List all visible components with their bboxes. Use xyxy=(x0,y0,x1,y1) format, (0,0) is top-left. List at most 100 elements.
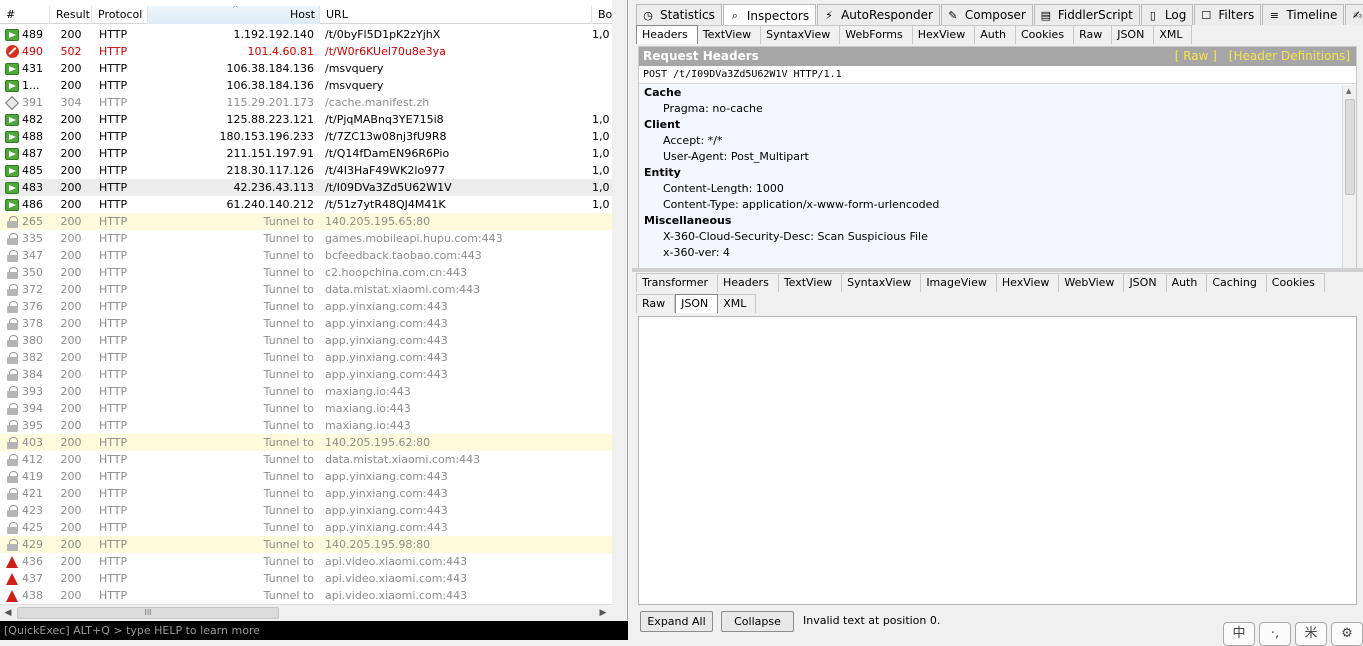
tab-inspectors[interactable]: ⌕ Inspectors xyxy=(722,4,817,26)
session-row[interactable]: 372 200 HTTP Tunnel to data.mistat.xiaomi.co… xyxy=(0,281,612,298)
column-result[interactable]: Result xyxy=(50,6,92,24)
expand-all-button[interactable]: Expand All xyxy=(640,611,713,632)
scroll-up-icon[interactable]: ▲ xyxy=(1346,87,1351,95)
request-tab-syntaxview[interactable]: SyntaxView xyxy=(761,25,841,44)
column-body[interactable]: Bo xyxy=(592,6,612,24)
session-row[interactable]: 380 200 HTTP Tunnel to app.yinxiang.com:443 xyxy=(0,332,612,349)
session-row[interactable]: 483 200 HTTP 42.236.43.113/t/I09DVa3Zd5U62W… xyxy=(0,179,612,196)
response-tab-syntaxview[interactable]: SyntaxView xyxy=(842,273,922,292)
header-item[interactable]: Content-Length: 1000 xyxy=(644,181,1343,197)
request-tab-cookies[interactable]: Cookies xyxy=(1015,25,1075,44)
response-arrow-icon xyxy=(5,147,19,160)
ime-button[interactable]: ·, xyxy=(1259,622,1291,646)
ime-button[interactable]: 米 xyxy=(1295,622,1327,646)
header-item[interactable]: Accept: */* xyxy=(644,133,1343,149)
tab-autoresponder[interactable]: ⚡ AutoResponder xyxy=(817,4,940,25)
headers-vertical-scrollbar[interactable]: ▲ xyxy=(1342,85,1356,269)
header-item[interactable]: X-360-Cloud-Security-Desc: Scan Suspicio… xyxy=(644,229,1343,245)
response-tab-auth[interactable]: Auth xyxy=(1166,273,1208,292)
session-row[interactable]: 393 200 HTTP Tunnel to maxiang.io:443 xyxy=(0,383,612,400)
quickexec-input[interactable]: [QuickExec] ALT+Q > type HELP to learn m… xyxy=(0,621,628,640)
ime-button[interactable]: ⚙ xyxy=(1331,622,1363,646)
session-row[interactable]: 335 200 HTTP Tunnel to games.mobileapi.hupu.… xyxy=(0,230,612,247)
session-row[interactable]: 395 200 HTTP Tunnel to maxiang.io:443 xyxy=(0,417,612,434)
header-definitions-link[interactable]: [Header Definitions] xyxy=(1229,49,1350,63)
session-row[interactable]: 265 200 HTTP Tunnel to 140.205.195.65:80 xyxy=(0,213,612,230)
session-row[interactable]: 482 200 HTTP 125.88.223.121/t/PjqMABnq3YE71… xyxy=(0,111,612,128)
session-row[interactable]: 421 200 HTTP Tunnel to app.yinxiang.com:443 xyxy=(0,485,612,502)
request-tab-textview[interactable]: TextView xyxy=(697,25,762,44)
raw-link[interactable]: [ Raw ] xyxy=(1175,49,1217,63)
tab-composer[interactable]: ✎ Composer xyxy=(940,4,1033,25)
request-tab-xml[interactable]: XML xyxy=(1154,25,1193,44)
session-row[interactable]: 437 200 HTTP Tunnel to api.video.xiaomi.com:… xyxy=(0,570,612,587)
inspector-splitter[interactable] xyxy=(632,268,1363,272)
tab-log[interactable]: ▯ Log xyxy=(1140,4,1194,25)
response-subtab-xml[interactable]: XML xyxy=(718,294,757,313)
request-tab-raw[interactable]: Raw xyxy=(1074,25,1113,44)
column-host[interactable]: ^ Host xyxy=(148,6,320,24)
tab-timeline[interactable]: ≡ Timeline xyxy=(1262,4,1345,25)
response-tab-transformer[interactable]: Transformer xyxy=(636,273,719,292)
request-tab-webforms[interactable]: WebForms xyxy=(840,25,913,44)
session-row[interactable]: 382 200 HTTP Tunnel to app.yinxiang.com:443 xyxy=(0,349,612,366)
session-row[interactable]: 488 200 HTTP 180.153.196.233/t/7ZC13w08nj3f… xyxy=(0,128,612,145)
session-row[interactable]: 1... 200 HTTP 106.38.184.136/msvquery xyxy=(0,77,612,94)
session-row[interactable]: 384 200 HTTP Tunnel to app.yinxiang.com:443 xyxy=(0,366,612,383)
session-row[interactable]: 487 200 HTTP 211.151.197.91/t/Q14fDamEN96R6… xyxy=(0,145,612,162)
collapse-button[interactable]: Collapse xyxy=(721,611,794,632)
session-row[interactable]: 431 200 HTTP 106.38.184.136/msvquery xyxy=(0,60,612,77)
session-row[interactable]: 412 200 HTTP Tunnel to data.mistat.xiaomi.co… xyxy=(0,451,612,468)
response-tab-json[interactable]: JSON xyxy=(1124,273,1167,292)
scroll-left-icon[interactable]: ◀ xyxy=(1,606,15,620)
session-row[interactable]: 403 200 HTTP Tunnel to 140.205.195.62:80 xyxy=(0,434,612,451)
response-tab-webview[interactable]: WebView xyxy=(1059,273,1125,292)
tab-statistics[interactable]: ◷ Statistics xyxy=(636,4,722,25)
header-item[interactable]: User-Agent: Post_Multipart xyxy=(644,149,1343,165)
tab-filters[interactable]: ☐ Filters xyxy=(1194,4,1262,25)
header-item[interactable]: Pragma: no-cache xyxy=(644,101,1343,117)
session-row[interactable]: 485 200 HTTP 218.30.117.126/t/4I3HaF49WK2lo… xyxy=(0,162,612,179)
headers-scrollbar-thumb[interactable] xyxy=(1345,99,1355,195)
request-tab-json[interactable]: JSON xyxy=(1112,25,1155,44)
tab-fiddlerscript[interactable]: ▤ FiddlerScript xyxy=(1033,4,1140,25)
response-subtab-raw[interactable]: Raw xyxy=(636,294,676,313)
session-row[interactable]: 438 200 HTTP Tunnel to api.video.xiaomi.com:… xyxy=(0,587,612,604)
response-tab-headers[interactable]: Headers xyxy=(718,273,779,292)
column-url[interactable]: URL xyxy=(320,6,592,24)
response-tab-textview[interactable]: TextView xyxy=(778,273,843,292)
session-row[interactable]: 394 200 HTTP Tunnel to maxiang.io:443 xyxy=(0,400,612,417)
panel-splitter[interactable] xyxy=(612,0,627,620)
session-row[interactable]: 376 200 HTTP Tunnel to app.yinxiang.com:443 xyxy=(0,298,612,315)
response-tab-imageview[interactable]: ImageView xyxy=(921,273,997,292)
session-row[interactable]: 423 200 HTTP Tunnel to app.yinxiang.com:443 xyxy=(0,502,612,519)
tab-apitest[interactable]: ✍APITest xyxy=(1345,4,1363,25)
request-tab-hexview[interactable]: HexView xyxy=(912,25,976,44)
session-row[interactable]: 378 200 HTTP Tunnel to app.yinxiang.com:443 xyxy=(0,315,612,332)
header-item[interactable]: Content-Type: application/x-www-form-url… xyxy=(644,197,1343,213)
response-tab-hexview[interactable]: HexView xyxy=(996,273,1060,292)
ime-button[interactable]: 中 xyxy=(1223,622,1255,646)
request-tab-headers[interactable]: Headers xyxy=(636,25,698,44)
request-tab-auth[interactable]: Auth xyxy=(975,25,1016,44)
response-tab-cookies[interactable]: Cookies xyxy=(1266,273,1325,292)
response-tab-caching[interactable]: Caching xyxy=(1207,273,1267,292)
session-row[interactable]: 436 200 HTTP Tunnel to api.video.xiaomi.com:… xyxy=(0,553,612,570)
session-row[interactable]: 490 502 HTTP 101.4.60.81/t/W0r6KUel70u8e3ya xyxy=(0,43,612,60)
session-row[interactable]: 429 200 HTTP Tunnel to 140.205.195.98:80 xyxy=(0,536,612,553)
horizontal-scrollbar[interactable]: ◀ III ▶ xyxy=(0,604,612,620)
column-number[interactable]: # xyxy=(0,6,50,24)
session-row[interactable]: 425 200 HTTP Tunnel to app.yinxiang.com:443 xyxy=(0,519,612,536)
session-row[interactable]: 350 200 HTTP Tunnel to c2.hoopchina.com.cn:4… xyxy=(0,264,612,281)
response-subtab-json[interactable]: JSON xyxy=(675,294,719,313)
session-row[interactable]: 347 200 HTTP Tunnel to bcfeedback.taobao.com… xyxy=(0,247,612,264)
response-json-view[interactable] xyxy=(638,316,1357,605)
session-row[interactable]: 489 200 HTTP 1.192.192.140/t/0byFl5D1pK2zYj… xyxy=(0,26,612,43)
scroll-right-icon[interactable]: ▶ xyxy=(596,606,610,620)
session-row[interactable]: 391 304 HTTP 115.29.201.173/cache.manifest.… xyxy=(0,94,612,111)
session-row[interactable]: 419 200 HTTP Tunnel to app.yinxiang.com:443 xyxy=(0,468,612,485)
header-item[interactable]: x-360-ver: 4 xyxy=(644,245,1343,261)
column-protocol[interactable]: Protocol xyxy=(92,6,148,24)
scrollbar-thumb[interactable]: III xyxy=(17,607,279,619)
session-row[interactable]: 486 200 HTTP 61.240.140.212/t/51z7ytR48QJ4M… xyxy=(0,196,612,213)
